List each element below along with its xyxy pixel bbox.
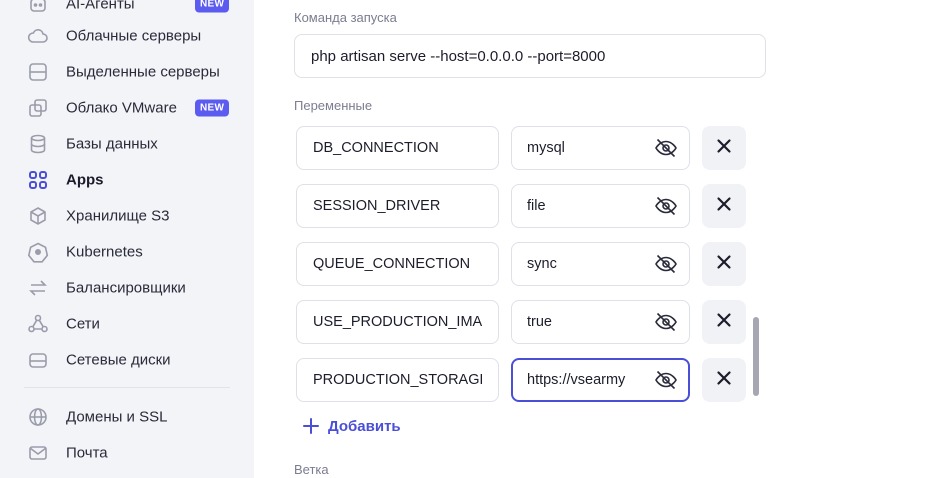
globe-icon — [27, 406, 49, 428]
sidebar-item-mail[interactable]: Почта — [0, 435, 254, 471]
variables-label: Переменные — [294, 98, 373, 113]
remove-variable-button[interactable] — [702, 184, 746, 228]
variable-key-input[interactable] — [296, 358, 499, 402]
variable-key-input[interactable] — [296, 300, 499, 344]
sidebar-item-label: Kubernetes — [66, 243, 143, 261]
new-badge: NEW — [195, 99, 230, 117]
sidebar: AI-Агенты NEW Облачные серверы Выделенны… — [0, 0, 254, 478]
sidebar-item-label: Хранилище S3 — [66, 207, 170, 225]
close-icon — [716, 312, 732, 333]
variable-value-field — [511, 358, 690, 402]
cube-icon — [27, 205, 49, 227]
arrows-swap-icon — [27, 277, 49, 299]
variable-key-input[interactable] — [296, 184, 499, 228]
variable-value-input[interactable] — [527, 243, 647, 285]
database-icon — [27, 133, 49, 155]
eye-off-icon[interactable] — [653, 135, 679, 161]
sidebar-item-balancers[interactable]: Балансировщики — [0, 270, 254, 306]
apps-grid-icon — [27, 169, 49, 191]
disk-icon — [27, 349, 49, 371]
eye-off-icon[interactable] — [653, 309, 679, 335]
sidebar-item-label: Облачные серверы — [66, 27, 202, 45]
sidebar-item-label: Apps — [66, 171, 104, 189]
variable-value-field — [511, 126, 690, 170]
remove-variable-button[interactable] — [702, 300, 746, 344]
variables-scrollbar[interactable] — [753, 317, 759, 396]
sidebar-item-label: Домены и SSL — [66, 408, 168, 426]
sidebar-item-domains-ssl[interactable]: Домены и SSL — [0, 399, 254, 435]
plus-icon — [302, 417, 320, 435]
vmware-icon — [27, 97, 49, 119]
variable-value-input[interactable] — [527, 360, 647, 400]
command-label: Команда запуска — [294, 10, 397, 25]
eye-off-icon[interactable] — [653, 367, 679, 393]
eye-off-icon[interactable] — [653, 251, 679, 277]
sidebar-item-label: Почта — [66, 444, 108, 462]
sidebar-item-networks[interactable]: Сети — [0, 306, 254, 342]
robot-icon — [27, 0, 49, 15]
sidebar-item-label: Облако VMware — [66, 99, 177, 117]
variable-value-field — [511, 242, 690, 286]
variable-value-input[interactable] — [527, 185, 647, 227]
remove-variable-button[interactable] — [702, 126, 746, 170]
sidebar-item-dedicated-servers[interactable]: Выделенные серверы — [0, 54, 254, 90]
eye-off-icon[interactable] — [653, 193, 679, 219]
sidebar-item-label: AI-Агенты — [66, 0, 135, 13]
sidebar-item-label: Выделенные серверы — [66, 63, 220, 81]
sidebar-divider — [24, 387, 230, 388]
branch-label: Ветка — [294, 462, 329, 477]
sidebar-item-apps[interactable]: Apps — [0, 162, 254, 198]
variable-value-field — [511, 300, 690, 344]
cloud-icon — [27, 25, 49, 47]
sidebar-item-databases[interactable]: Базы данных — [0, 126, 254, 162]
server-icon — [27, 61, 49, 83]
close-icon — [716, 254, 732, 275]
variable-value-input[interactable] — [527, 301, 647, 343]
sidebar-item-cloud-servers[interactable]: Облачные серверы — [0, 18, 254, 54]
close-icon — [716, 196, 732, 217]
new-badge: NEW — [195, 0, 230, 13]
variable-key-input[interactable] — [296, 242, 499, 286]
command-input[interactable] — [294, 34, 766, 78]
sidebar-item-vmware[interactable]: Облако VMware NEW — [0, 90, 254, 126]
variable-value-input[interactable] — [527, 127, 647, 169]
mail-icon — [27, 442, 49, 464]
sidebar-item-label: Балансировщики — [66, 279, 186, 297]
remove-variable-button[interactable] — [702, 242, 746, 286]
variable-value-field — [511, 184, 690, 228]
sidebar-item-network-disks[interactable]: Сетевые диски — [0, 342, 254, 378]
remove-variable-button[interactable] — [702, 358, 746, 402]
add-variable-button[interactable]: Добавить — [302, 414, 401, 438]
add-variable-label: Добавить — [328, 417, 401, 435]
sidebar-item-label: Сетевые диски — [66, 351, 171, 369]
variable-key-input[interactable] — [296, 126, 499, 170]
sidebar-item-s3[interactable]: Хранилище S3 — [0, 198, 254, 234]
sidebar-item-label: Сети — [66, 315, 100, 333]
sidebar-item-kubernetes[interactable]: Kubernetes — [0, 234, 254, 270]
close-icon — [716, 370, 732, 391]
close-icon — [716, 138, 732, 159]
sidebar-item-label: Базы данных — [66, 135, 158, 153]
network-icon — [27, 313, 49, 335]
kubernetes-icon — [27, 241, 49, 263]
